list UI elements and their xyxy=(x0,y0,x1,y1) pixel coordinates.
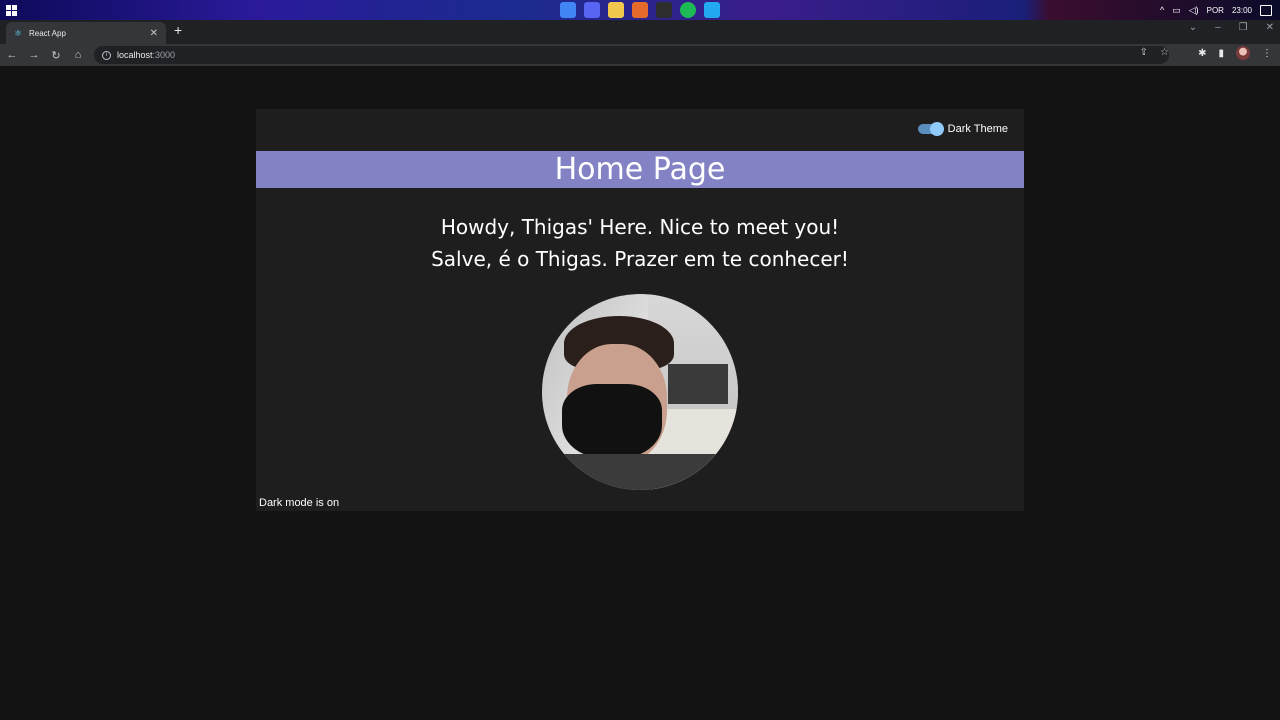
back-icon[interactable]: ← xyxy=(2,45,22,65)
chrome-icon[interactable] xyxy=(560,2,576,18)
close-tab-icon[interactable]: ✕ xyxy=(150,28,158,39)
app-icon[interactable] xyxy=(632,2,648,18)
pinned-apps xyxy=(560,2,720,18)
url-text[interactable]: localhost:3000 xyxy=(117,50,175,60)
page-viewport: Dark Theme Home Page Howdy, Thigas' Here… xyxy=(0,66,1280,720)
browser-tab[interactable]: ⚛ React App ✕ xyxy=(6,22,166,44)
theme-toggle-label[interactable]: Dark Theme xyxy=(948,123,1008,135)
new-tab-button[interactable]: + xyxy=(174,23,182,37)
tab-search-icon[interactable]: ⌄ xyxy=(1189,22,1197,33)
forward-icon[interactable]: → xyxy=(24,45,44,65)
dark-mode-status: Dark mode is on xyxy=(259,497,340,509)
system-tray: ^ ▭ ◁) POR 23:00 xyxy=(1160,0,1272,20)
greeting-line-english: Howdy, Thigas' Here. Nice to meet you! xyxy=(440,215,840,239)
extensions-icon[interactable]: ✱ xyxy=(1198,48,1206,59)
network-icon[interactable]: ▭ xyxy=(1172,5,1181,16)
discord-icon[interactable] xyxy=(584,2,600,18)
restore-icon[interactable]: ❐ xyxy=(1239,22,1248,33)
address-bar[interactable]: i localhost:3000 ⇪ ☆ xyxy=(94,46,1169,64)
theme-toggle[interactable]: Dark Theme xyxy=(917,122,1008,136)
home-icon[interactable]: ⌂ xyxy=(68,45,88,65)
tab-title: React App xyxy=(29,28,66,38)
vscode-icon[interactable] xyxy=(704,2,720,18)
windows-logo-icon xyxy=(5,4,17,16)
window-controls: ⌄ – ❐ ✕ xyxy=(1189,22,1274,33)
minimize-icon[interactable]: – xyxy=(1215,22,1221,33)
browser-tabstrip: ⚛ React App ✕ xyxy=(0,20,1280,44)
bookmark-star-icon[interactable]: ☆ xyxy=(1160,47,1169,58)
greeting-line-portuguese: Salve, é o Thigas. Prazer em te conhecer… xyxy=(431,247,849,271)
greeting: Howdy, Thigas' Here. Nice to meet you! S… xyxy=(256,211,1024,275)
theme-switch[interactable] xyxy=(917,122,944,136)
side-panel-icon[interactable]: ▮ xyxy=(1218,48,1224,59)
reload-icon[interactable]: ↻ xyxy=(46,45,66,65)
app-container: Dark Theme Home Page Howdy, Thigas' Here… xyxy=(256,109,1024,511)
language-indicator[interactable]: POR xyxy=(1207,6,1224,15)
volume-icon[interactable]: ◁) xyxy=(1189,5,1199,16)
file-explorer-icon[interactable] xyxy=(608,2,624,18)
browser-toolbar: ← → ↻ ⌂ i localhost:3000 ⇪ ☆ ✱ ▮ ⋮ xyxy=(0,44,1280,66)
spotify-icon[interactable] xyxy=(680,2,696,18)
header-bar: Home Page xyxy=(256,151,1024,188)
terminal-icon[interactable] xyxy=(656,2,672,18)
chevron-up-icon[interactable]: ^ xyxy=(1160,5,1164,15)
windows-taskbar: ^ ▭ ◁) POR 23:00 xyxy=(0,0,1280,20)
share-icon[interactable]: ⇪ xyxy=(1140,47,1148,58)
start-button[interactable] xyxy=(0,0,22,20)
site-info-icon[interactable]: i xyxy=(102,50,111,60)
switch-thumb[interactable] xyxy=(929,122,944,136)
notification-icon[interactable] xyxy=(1260,4,1272,16)
clock[interactable]: 23:00 xyxy=(1232,6,1252,15)
profile-avatar[interactable] xyxy=(1236,46,1250,60)
close-window-icon[interactable]: ✕ xyxy=(1266,22,1274,33)
react-favicon-icon: ⚛ xyxy=(14,27,23,38)
profile-photo xyxy=(542,294,738,490)
menu-icon[interactable]: ⋮ xyxy=(1262,48,1272,59)
page-title: Home Page xyxy=(554,152,726,187)
